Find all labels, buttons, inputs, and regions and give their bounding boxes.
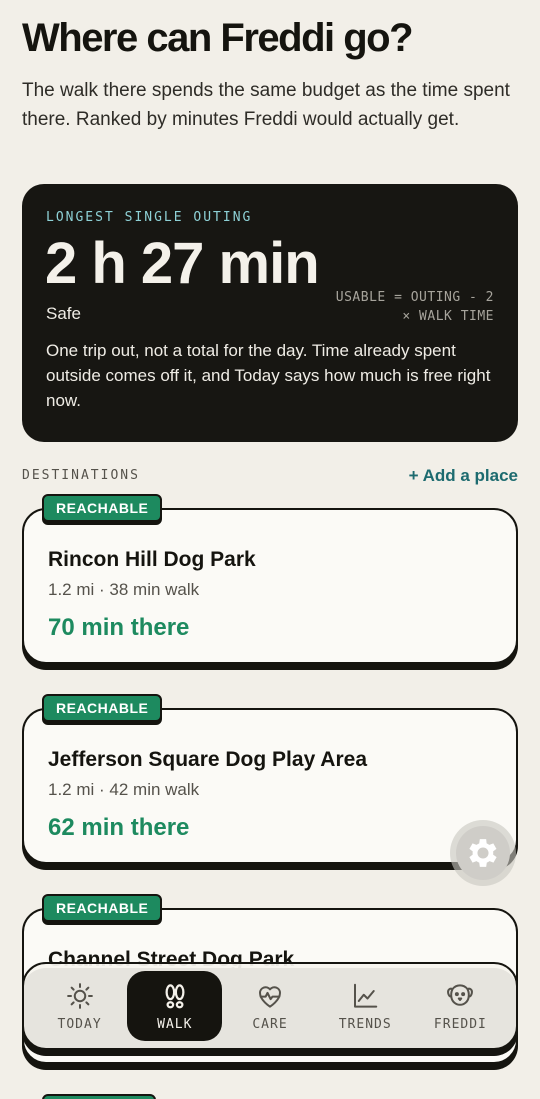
nav-item-today[interactable]: TODAY xyxy=(32,971,127,1041)
nav-item-care[interactable]: CARE xyxy=(222,971,317,1041)
paws-icon xyxy=(165,983,185,1008)
status-badge: REACHABLE xyxy=(42,894,163,922)
nav-item-trends[interactable]: TRENDS xyxy=(318,971,413,1041)
status-badge: REACHABLE xyxy=(42,694,163,722)
destinations-heading: DESTINATIONS xyxy=(22,468,140,483)
add-place-button[interactable]: + Add a place xyxy=(409,466,518,486)
hero-status: Safe xyxy=(46,304,81,323)
destination-name: Jefferson Square Dog Play Area xyxy=(48,748,367,771)
destination-meta: 1.2 mi · 38 min walk xyxy=(48,580,200,599)
hero-note: One trip out, not a total for the day. T… xyxy=(46,341,491,410)
next-card-badge-peek xyxy=(42,1094,156,1099)
bottom-nav: TODAY WALK CARE TRENDS FREDDI xyxy=(22,962,518,1050)
sun-icon xyxy=(66,982,93,1009)
destination-name: Rincon Hill Dog Park xyxy=(48,548,256,571)
dog-face-icon xyxy=(447,983,474,1006)
destination-time: 62 min there xyxy=(48,814,190,841)
hero-label: LONGEST SINGLE OUTING xyxy=(46,210,253,225)
nav-label: WALK xyxy=(157,1016,193,1032)
nav-label: TRENDS xyxy=(338,1016,392,1032)
hero-formula: USABLE = OUTING - 2 × WALK TIME xyxy=(335,290,494,324)
destination-meta: 1.2 mi · 42 min walk xyxy=(48,780,200,799)
settings-button[interactable] xyxy=(450,820,516,886)
destination-card[interactable]: Jefferson Square Dog Play Area 1.2 mi · … xyxy=(22,694,518,870)
nav-label: TODAY xyxy=(57,1016,102,1032)
destination-card[interactable]: Rincon Hill Dog Park 1.2 mi · 38 min wal… xyxy=(22,494,518,670)
heart-pulse-icon xyxy=(259,985,281,1008)
walk-screen: Where can Freddi go? The walk there spen… xyxy=(0,0,540,1099)
card-body: Jefferson Square Dog Play Area 1.2 mi · … xyxy=(22,708,518,864)
hero-value: 2 h 27 min xyxy=(45,231,320,296)
nav-label: FREDDI xyxy=(433,1016,487,1032)
nav-label: CARE xyxy=(252,1016,288,1032)
chart-line-icon xyxy=(354,983,378,1008)
card-body: Rincon Hill Dog Park 1.2 mi · 38 min wal… xyxy=(22,508,518,664)
settings-button-inner xyxy=(456,826,510,880)
gear-icon xyxy=(469,839,497,867)
page-title: Where can Freddi go? xyxy=(22,16,414,60)
page-subtitle: The walk there spends the same budget as… xyxy=(22,80,510,130)
destination-time: 70 min there xyxy=(48,614,190,641)
longest-outing-card: LONGEST SINGLE OUTING 2 h 27 min Safe US… xyxy=(22,184,518,442)
nav-item-freddi[interactable]: FREDDI xyxy=(413,971,508,1041)
nav-item-walk[interactable]: WALK xyxy=(127,971,223,1041)
status-badge: REACHABLE xyxy=(42,494,163,522)
